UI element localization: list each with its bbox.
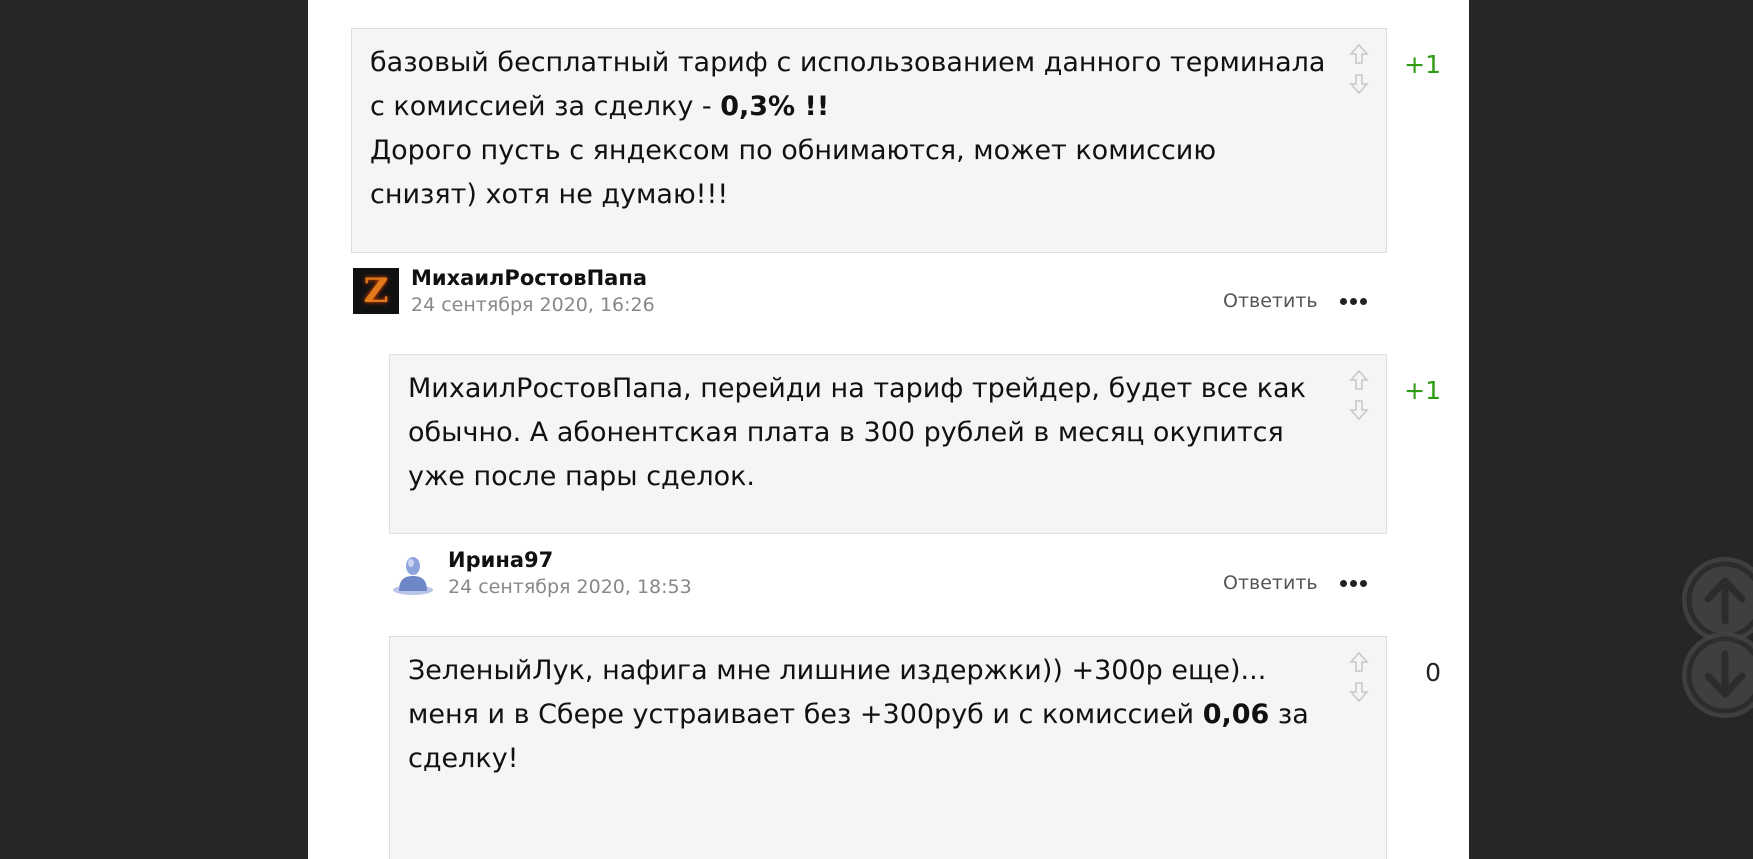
- more-options-button[interactable]: [1340, 580, 1368, 588]
- upvote-icon[interactable]: [1348, 43, 1370, 67]
- avatar-z-logo: Z: [363, 271, 389, 311]
- vote-controls: [1348, 43, 1370, 95]
- downvote-icon[interactable]: [1348, 679, 1370, 703]
- vote-controls: [1348, 651, 1370, 703]
- page-content: базовый бесплатный тариф с использование…: [308, 0, 1469, 859]
- comment-text: МихаилРостовПапа, перейди на тариф трейд…: [408, 373, 1306, 492]
- default-avatar-icon: [393, 557, 433, 595]
- reply-button[interactable]: Ответить: [1223, 572, 1318, 594]
- scroll-up-icon: [1686, 561, 1753, 639]
- comment-score: +1: [1404, 50, 1441, 79]
- comment-text: базовый бесплатный тариф с использование…: [370, 47, 1326, 210]
- author-name[interactable]: Ирина97: [448, 548, 553, 572]
- avatar[interactable]: Z: [353, 268, 399, 314]
- upvote-icon[interactable]: [1348, 651, 1370, 675]
- reply-button[interactable]: Ответить: [1223, 290, 1318, 312]
- comment-date: 24 сентября 2020, 16:26: [411, 294, 655, 316]
- comment-score: 0: [1425, 658, 1441, 687]
- comment-body: ЗеленыйЛук, нафига мне лишние издержки))…: [389, 636, 1387, 859]
- comment-score: +1: [1404, 376, 1441, 405]
- comment-bold-text: 0,06: [1202, 699, 1270, 730]
- scroll-down-button[interactable]: [1682, 632, 1753, 718]
- comment-body: базовый бесплатный тариф с использование…: [351, 28, 1387, 253]
- comment-date: 24 сентября 2020, 18:53: [448, 576, 692, 598]
- downvote-icon[interactable]: [1348, 397, 1370, 421]
- comment-text: ЗеленыйЛук, нафига мне лишние издержки))…: [408, 655, 1309, 774]
- upvote-icon[interactable]: [1348, 369, 1370, 393]
- scroll-down-icon: [1686, 636, 1753, 714]
- comment-body: МихаилРостовПапа, перейди на тариф трейд…: [389, 354, 1387, 534]
- comment-author-row: Ирина97 24 сентября 2020, 18:53 Ответить: [390, 548, 1387, 602]
- more-dots-icon: [1340, 580, 1347, 587]
- more-dots-icon: [1340, 298, 1347, 305]
- more-options-button[interactable]: [1340, 298, 1368, 306]
- downvote-icon[interactable]: [1348, 71, 1370, 95]
- scroll-up-button[interactable]: [1682, 557, 1753, 643]
- vote-controls: [1348, 369, 1370, 421]
- avatar[interactable]: [390, 550, 436, 596]
- comment-author-row: Z МихаилРостовПапа 24 сентября 2020, 16:…: [353, 266, 1387, 320]
- comment-bold-text: 0,3% !!: [720, 91, 830, 122]
- author-name[interactable]: МихаилРостовПапа: [411, 266, 647, 290]
